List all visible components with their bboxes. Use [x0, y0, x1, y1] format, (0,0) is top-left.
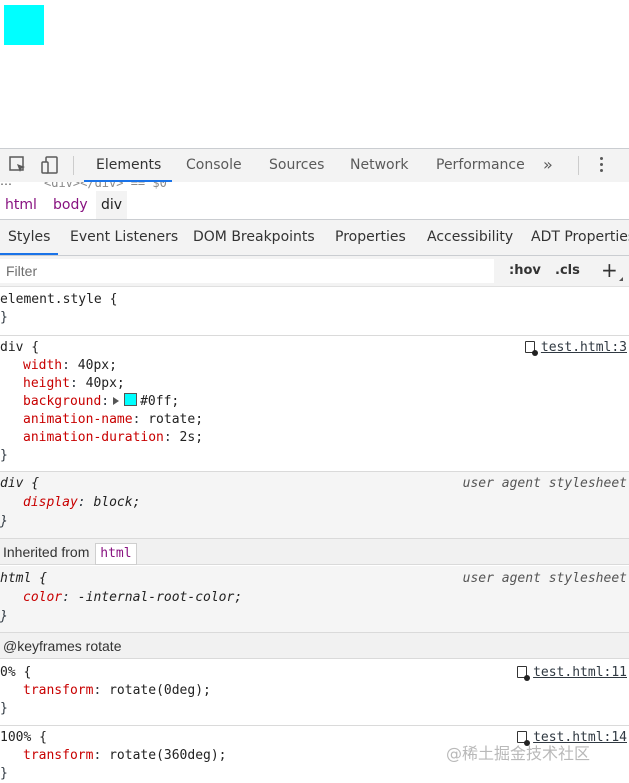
source-link[interactable]: test.html:11 — [517, 664, 627, 682]
dom-tree-peek: … <div></div> == $0 — [0, 182, 629, 191]
more-tabs-icon[interactable]: » — [543, 149, 553, 182]
watermark: @稀土掘金技术社区 — [446, 744, 591, 763]
toolbar-separator — [578, 156, 579, 175]
rule-selector: html { — [0, 571, 47, 586]
rule-selector[interactable]: 100% { — [0, 730, 47, 745]
rule-close: } — [0, 701, 8, 716]
declaration: display: block; — [23, 495, 141, 510]
class-toggle-button[interactable]: .cls — [555, 256, 580, 286]
rule-close: } — [0, 514, 8, 529]
tab-performance[interactable]: Performance — [436, 149, 525, 182]
breadcrumb-html[interactable]: html — [0, 191, 42, 219]
breadcrumb: html body div — [0, 191, 629, 220]
rule-html-user-agent: html { user agent stylesheet color: -int… — [0, 566, 629, 632]
declaration[interactable]: background: #0ff; — [0, 393, 629, 411]
device-toolbar-icon[interactable] — [40, 155, 60, 175]
inherited-from-header: Inherited from html — [0, 538, 629, 565]
rule-selector: div { — [0, 476, 40, 491]
rule-divider — [0, 335, 629, 336]
rule-close: } — [0, 310, 8, 325]
sidebar-tabs: Styles Event Listeners DOM Breakpoints P… — [0, 220, 629, 256]
filter-input[interactable] — [0, 259, 494, 283]
declaration[interactable]: animation-name: rotate; — [0, 411, 629, 429]
color-swatch[interactable] — [124, 393, 138, 406]
declaration[interactable]: width: 40px; — [0, 357, 629, 375]
user-agent-label: user agent stylesheet — [462, 571, 627, 586]
subtab-properties[interactable]: Properties — [335, 220, 406, 255]
tab-console[interactable]: Console — [186, 149, 242, 182]
rule-close: } — [0, 766, 8, 781]
inherited-element-link[interactable]: html — [95, 543, 137, 565]
tab-network[interactable]: Network — [350, 149, 408, 182]
file-icon — [517, 666, 531, 681]
subtab-adt-properties[interactable]: ADT Properties — [531, 220, 629, 255]
expand-triangle-icon[interactable] — [113, 397, 120, 405]
rule-selector[interactable]: div { — [0, 340, 39, 355]
declaration: color: -internal-root-color; — [23, 590, 243, 605]
subtab-accessibility[interactable]: Accessibility — [427, 220, 513, 255]
rule-div-author: div { test.html:3 width: 40px; height: 4… — [0, 339, 629, 465]
breadcrumb-body[interactable]: body — [48, 191, 93, 219]
devtools-panel: Elements Console Sources Network Perform… — [0, 148, 629, 783]
rule-keyframe-0: 0% { test.html:11 transform: rotate(0deg… — [0, 664, 629, 718]
hover-state-button[interactable]: :hov — [509, 256, 541, 286]
dom-node-text: <div></div> == $0 — [44, 182, 167, 190]
declaration[interactable]: height: 40px; — [0, 375, 629, 393]
user-agent-label: user agent stylesheet — [462, 476, 627, 491]
kebab-menu-icon[interactable] — [600, 157, 604, 175]
rule-div-user-agent: div { user agent stylesheet display: blo… — [0, 472, 629, 538]
breadcrumb-div[interactable]: div — [96, 191, 128, 219]
subtab-styles[interactable]: Styles — [8, 220, 50, 255]
rule-divider — [0, 725, 629, 726]
add-rule-menu-icon[interactable] — [619, 277, 623, 281]
page-preview — [0, 0, 629, 148]
active-subtab-indicator — [0, 253, 58, 255]
source-link[interactable]: test.html:3 — [524, 339, 627, 357]
dom-ellipsis[interactable]: … — [0, 182, 12, 188]
tab-elements[interactable]: Elements — [96, 149, 161, 182]
styles-filter-bar: :hov .cls + — [0, 256, 629, 287]
tab-sources[interactable]: Sources — [269, 149, 324, 182]
devtools-toolbar: Elements Console Sources Network Perform… — [0, 149, 629, 183]
inspect-element-icon[interactable] — [8, 155, 28, 175]
declaration[interactable]: transform: rotate(0deg); — [0, 682, 629, 700]
subtab-event-listeners[interactable]: Event Listeners — [70, 220, 178, 255]
subtab-dom-breakpoints[interactable]: DOM Breakpoints — [193, 220, 315, 255]
rule-close: } — [0, 609, 8, 624]
keyframes-header: @keyframes rotate — [0, 632, 629, 659]
rule-selector[interactable]: 0% { — [0, 665, 31, 680]
rule-close: } — [0, 448, 8, 463]
cyan-div-box — [4, 5, 44, 45]
rule-element-style: element.style { } — [0, 291, 629, 327]
declaration[interactable]: animation-duration: 2s; — [0, 429, 629, 447]
file-icon — [524, 341, 538, 356]
rule-selector[interactable]: element.style { — [0, 292, 117, 307]
add-rule-button[interactable]: + — [601, 256, 618, 286]
toolbar-separator — [73, 156, 74, 175]
